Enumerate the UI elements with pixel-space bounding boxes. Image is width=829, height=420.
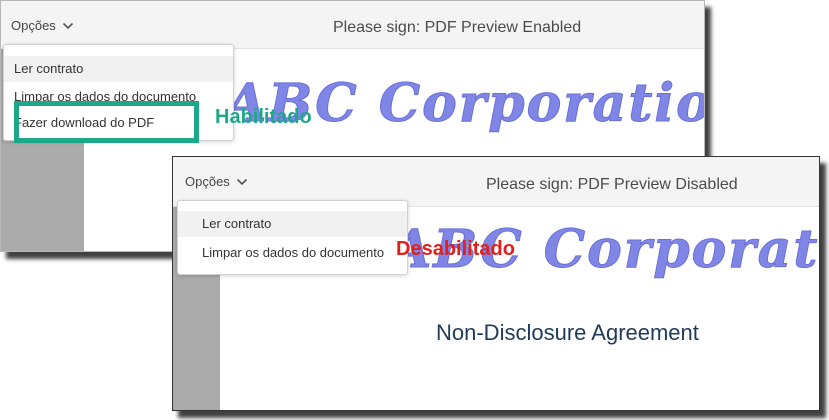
chevron-down-icon bbox=[236, 178, 247, 185]
options-label: Opções bbox=[185, 174, 230, 189]
comparison-stage: Opções Please sign: PDF Preview Enabled … bbox=[0, 0, 829, 420]
top-bar: Opções Please sign: PDF Preview Enabled bbox=[1, 1, 704, 49]
options-menu-button[interactable]: Opções bbox=[185, 174, 248, 189]
options-dropdown-menu: Ler contrato Limpar os dados do document… bbox=[177, 200, 408, 275]
chevron-down-icon bbox=[62, 22, 73, 29]
window-title: Please sign: PDF Preview Disabled bbox=[486, 176, 738, 193]
window-title: Please sign: PDF Preview Enabled bbox=[333, 19, 582, 36]
menu-item-clear-document-data[interactable]: Limpar os dados do documento bbox=[178, 240, 407, 266]
menu-item-read-contract[interactable]: Ler contrato bbox=[4, 56, 233, 82]
enabled-callout: Habilitado bbox=[215, 106, 312, 128]
disabled-callout: Desabilitado bbox=[396, 238, 515, 260]
document-heading: Non-Disclosure Agreement bbox=[436, 320, 699, 345]
options-label: Opções bbox=[11, 18, 56, 33]
menu-item-read-contract[interactable]: Ler contrato bbox=[178, 211, 407, 237]
options-menu-button[interactable]: Opções bbox=[11, 18, 74, 33]
download-highlight-box bbox=[14, 101, 199, 143]
pdf-preview-disabled-window: Opções Please sign: PDF Preview Disabled… bbox=[172, 156, 820, 411]
